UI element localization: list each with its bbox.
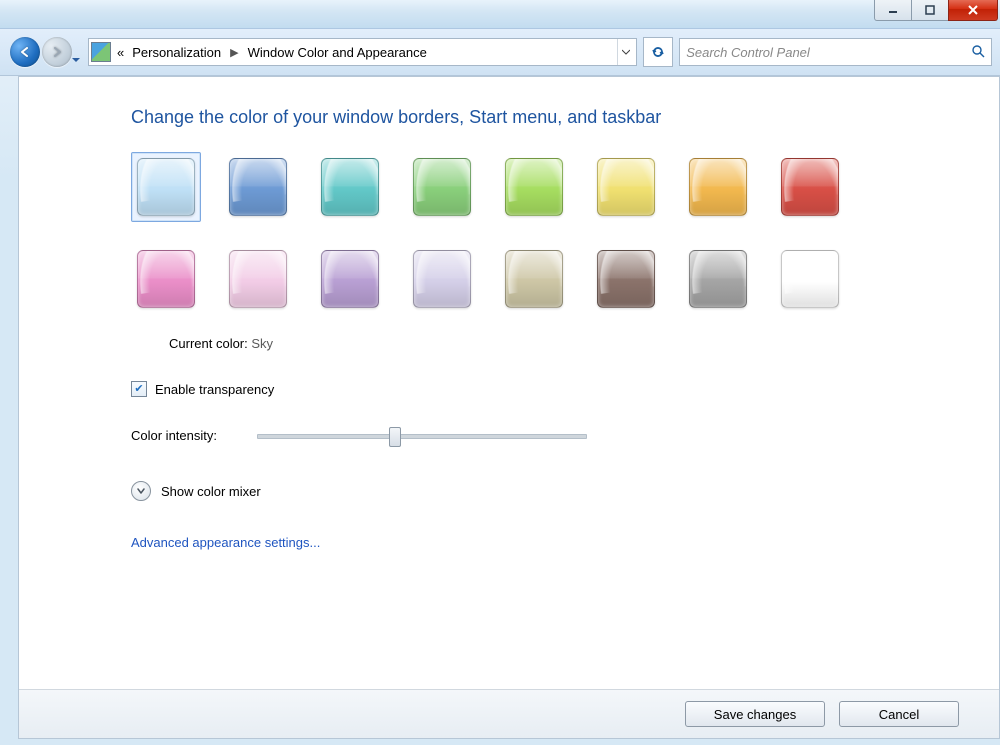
nav-arrows [6, 35, 82, 69]
color-mixer-toggle[interactable]: Show color mixer [131, 481, 959, 501]
color-swatch[interactable] [499, 152, 569, 222]
search-input[interactable]: Search Control Panel [679, 38, 992, 66]
transparency-row: Enable transparency [131, 381, 959, 397]
content-panel: Change the color of your window borders,… [18, 76, 1000, 739]
color-swatch[interactable] [407, 152, 477, 222]
color-swatch-tile [505, 250, 563, 308]
color-swatch-tile [321, 250, 379, 308]
color-swatch-tile [413, 158, 471, 216]
transparency-label: Enable transparency [155, 382, 274, 397]
color-swatch-grid [131, 152, 891, 314]
color-swatch[interactable] [775, 244, 845, 314]
maximize-button[interactable] [911, 0, 949, 21]
color-swatch-tile [321, 158, 379, 216]
window-frame: « Personalization ▶ Window Color and App… [0, 0, 1000, 745]
button-bar: Save changes Cancel [19, 689, 999, 738]
slider-thumb[interactable] [389, 427, 401, 447]
breadcrumb-prefix: « [115, 45, 126, 60]
titlebar [0, 0, 1000, 29]
color-swatch-tile [781, 158, 839, 216]
breadcrumb-item[interactable]: Personalization [130, 45, 223, 60]
color-swatch-tile [597, 250, 655, 308]
color-swatch-tile [137, 250, 195, 308]
color-swatch-tile [781, 250, 839, 308]
color-swatch[interactable] [591, 244, 661, 314]
search-icon [971, 44, 985, 61]
color-swatch[interactable] [131, 152, 201, 222]
color-swatch-tile [137, 158, 195, 216]
color-swatch-tile [689, 158, 747, 216]
breadcrumb-separator-icon: ▶ [227, 46, 241, 59]
color-swatch[interactable] [315, 152, 385, 222]
maximize-icon [924, 4, 936, 16]
minimize-icon [887, 4, 899, 16]
close-button[interactable] [948, 0, 998, 21]
minimize-button[interactable] [874, 0, 912, 21]
refresh-button[interactable] [643, 37, 673, 67]
color-swatch-tile [229, 158, 287, 216]
advanced-appearance-link[interactable]: Advanced appearance settings... [131, 535, 959, 550]
refresh-icon [650, 44, 666, 60]
cancel-button[interactable]: Cancel [839, 701, 959, 727]
color-swatch[interactable] [223, 152, 293, 222]
current-color-label: Current color: [169, 336, 248, 351]
slider-track [257, 434, 587, 439]
color-swatch[interactable] [315, 244, 385, 314]
current-color-row: Current color: Sky [169, 336, 959, 351]
color-swatch[interactable] [775, 152, 845, 222]
history-dropdown-button[interactable] [72, 58, 80, 62]
navbar: « Personalization ▶ Window Color and App… [0, 29, 1000, 76]
address-bar[interactable]: « Personalization ▶ Window Color and App… [88, 38, 637, 66]
save-button[interactable]: Save changes [685, 701, 825, 727]
color-swatch[interactable] [591, 152, 661, 222]
color-swatch[interactable] [683, 244, 753, 314]
search-placeholder: Search Control Panel [686, 45, 971, 60]
forward-button[interactable] [42, 37, 72, 67]
color-swatch[interactable] [499, 244, 569, 314]
color-swatch-tile [597, 158, 655, 216]
color-swatch[interactable] [683, 152, 753, 222]
arrow-left-icon [18, 45, 32, 59]
transparency-checkbox[interactable] [131, 381, 147, 397]
color-swatch-tile [229, 250, 287, 308]
color-swatch-tile [413, 250, 471, 308]
address-dropdown-button[interactable] [617, 39, 634, 65]
window-controls [875, 0, 998, 21]
back-button[interactable] [10, 37, 40, 67]
breadcrumb-item[interactable]: Window Color and Appearance [246, 45, 429, 60]
intensity-slider[interactable] [257, 425, 587, 445]
intensity-label: Color intensity: [131, 428, 217, 443]
color-swatch[interactable] [223, 244, 293, 314]
page-title: Change the color of your window borders,… [131, 107, 959, 128]
caret-down-icon [622, 48, 630, 56]
color-swatch[interactable] [407, 244, 477, 314]
color-swatch-tile [505, 158, 563, 216]
intensity-row: Color intensity: [131, 425, 959, 445]
color-swatch-tile [689, 250, 747, 308]
color-swatch[interactable] [131, 244, 201, 314]
current-color-value: Sky [251, 336, 273, 351]
chevron-down-icon [131, 481, 151, 501]
arrow-right-icon [50, 45, 64, 59]
control-panel-icon [91, 42, 111, 62]
close-icon [967, 4, 979, 16]
color-mixer-label: Show color mixer [161, 484, 261, 499]
